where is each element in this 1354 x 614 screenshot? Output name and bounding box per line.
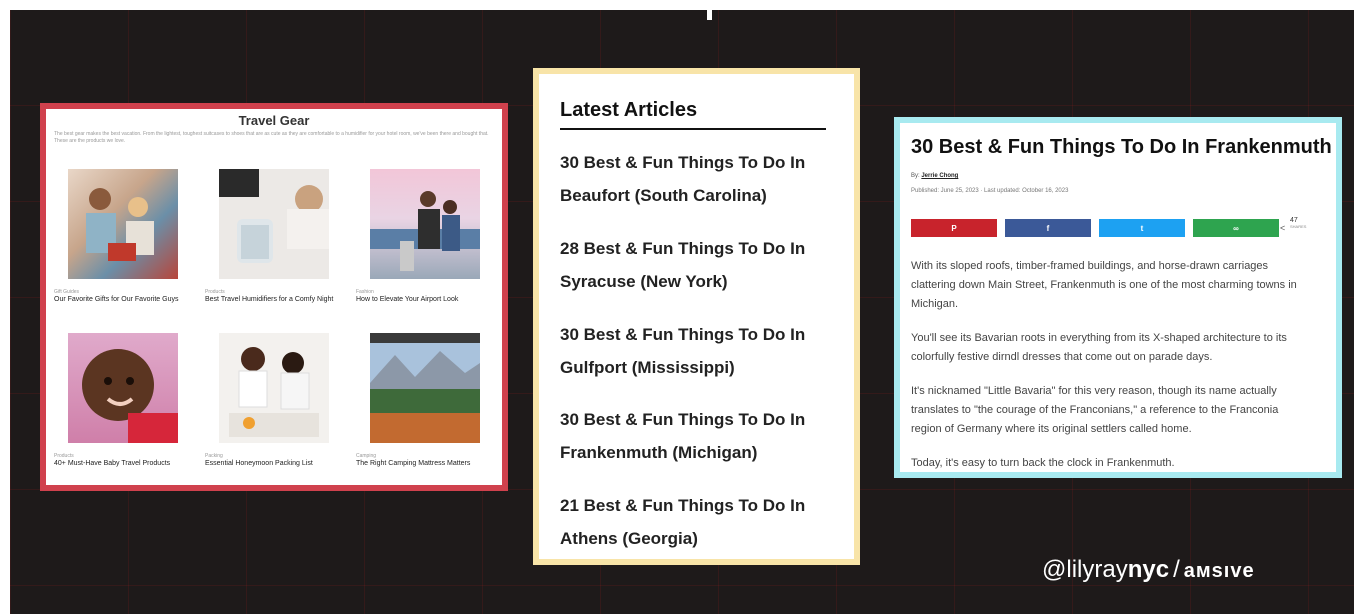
couple-gift-image (86, 188, 154, 261)
share-count: < 47 SHARES (1280, 217, 1330, 233)
share-icon: < (1280, 223, 1286, 233)
byline-label: By: (911, 173, 920, 179)
handle-prefix: @lilyray (1042, 556, 1128, 583)
handle-suffix: nyc (1127, 556, 1170, 583)
article-title: 30 Best & Fun Things To Do In Frankenmut… (911, 136, 1332, 158)
pinterest-icon: P (951, 223, 957, 233)
link-share-button[interactable]: ∞ (1193, 219, 1279, 237)
gear-item-gifts[interactable]: Gift Guides Our Favorite Gifts for Our F… (54, 169, 194, 304)
latest-article-link[interactable]: 30 Best & Fun Things To Do In Gulfport (… (560, 318, 840, 384)
baby-thumbnail (68, 333, 178, 443)
latest-article-line: Athens (Georgia) (560, 529, 698, 548)
gear-item-title[interactable]: How to Elevate Your Airport Look (356, 295, 496, 304)
gear-item-baby[interactable]: Products 40+ Must-Have Baby Travel Produ… (54, 333, 194, 468)
twitter-icon: t (1140, 223, 1144, 233)
slide-background: Travel Gear The best gear makes the best… (10, 10, 1354, 614)
author-link[interactable]: Jerrie Chong (921, 173, 958, 179)
share-link-icon: ∞ (1233, 223, 1239, 233)
gear-item-title[interactable]: Essential Honeymoon Packing List (205, 459, 345, 468)
facebook-icon: f (1046, 223, 1050, 233)
honeymoon-thumbnail (219, 333, 329, 443)
gear-item-title[interactable]: Our Favorite Gifts for Our Favorite Guys (54, 295, 194, 304)
gear-item-camping[interactable]: Camping The Right Camping Mattress Matte… (356, 333, 496, 468)
gear-item-title[interactable]: Best Travel Humidifiers for a Comfy Nigh… (205, 295, 345, 304)
gear-item-honeymoon[interactable]: Packing Essential Honeymoon Packing List (205, 333, 345, 468)
latest-article-line: Beaufort (South Carolina) (560, 186, 767, 205)
latest-article-link[interactable]: 30 Best & Fun Things To Do In Frankenmut… (560, 403, 840, 469)
couple-breakfast-image (229, 347, 319, 437)
share-count-label: SHARES (1290, 224, 1307, 229)
article-paragraph: You'll see its Bavarian roots in everyth… (911, 332, 1287, 363)
article-byline: By: Jerrie Chong (911, 173, 958, 179)
share-bar: P f t ∞ < 47 SHARES (911, 217, 1331, 239)
latest-article-link[interactable]: 30 Best & Fun Things To Do In Beaufort (… (560, 146, 840, 212)
brand-separator: / (1173, 556, 1180, 583)
airport-thumbnail (370, 169, 480, 279)
gear-item-airport[interactable]: Fashion How to Elevate Your Airport Look (356, 169, 496, 304)
slide-marker (707, 10, 712, 20)
family-airport-image (370, 191, 480, 271)
brand-signature: @lilyraynyc / aмsıve (1042, 556, 1255, 584)
gear-item-title[interactable]: 40+ Must-Have Baby Travel Products (54, 459, 194, 468)
article-paragraph: With its sloped roofs, timber-framed bui… (911, 260, 1297, 310)
latest-article-line: Gulfport (Mississippi) (560, 358, 735, 377)
facebook-share-button[interactable]: f (1005, 219, 1091, 237)
share-count-number: 47 (1290, 217, 1298, 224)
travel-gear-card: Travel Gear The best gear makes the best… (40, 103, 508, 491)
article-paragraph: Today, it's easy to turn back the clock … (911, 457, 1175, 469)
pinterest-share-button[interactable]: P (911, 219, 997, 237)
humidifiers-thumbnail (219, 169, 329, 279)
latest-article-line: 28 Best & Fun Things To Do In (560, 239, 806, 258)
humidifier-image (219, 169, 329, 263)
article-dates: Published: June 25, 2023 · Last updated:… (911, 188, 1069, 194)
latest-article-line: 21 Best & Fun Things To Do In (560, 496, 806, 515)
latest-article-line: Frankenmuth (Michigan) (560, 443, 758, 462)
baby-image (82, 349, 178, 443)
company-logo: aмsıve (1183, 560, 1255, 582)
gear-item-title[interactable]: The Right Camping Mattress Matters (356, 459, 496, 468)
article-paragraph: It's nicknamed "Little Bavaria" for this… (911, 385, 1279, 435)
travel-gear-description: The best gear makes the best vacation. F… (54, 131, 489, 144)
twitter-share-button[interactable]: t (1099, 219, 1185, 237)
latest-article-line: 30 Best & Fun Things To Do In (560, 325, 806, 344)
latest-article-line: 30 Best & Fun Things To Do In (560, 410, 806, 429)
latest-articles-heading: Latest Articles (560, 99, 826, 130)
latest-article-line: Syracuse (New York) (560, 272, 728, 291)
article-card: 30 Best & Fun Things To Do In Frankenmut… (894, 117, 1342, 478)
latest-article-link[interactable]: 21 Best & Fun Things To Do In Athens (Ge… (560, 489, 840, 555)
gear-item-humidifiers[interactable]: Products Best Travel Humidifiers for a C… (205, 169, 345, 304)
latest-articles-card: Latest Articles 30 Best & Fun Things To … (533, 68, 860, 565)
travel-gear-title: Travel Gear (238, 113, 310, 128)
gifts-thumbnail (68, 169, 178, 279)
latest-article-link[interactable]: 28 Best & Fun Things To Do In Syracuse (… (560, 232, 840, 298)
latest-article-line: 30 Best & Fun Things To Do In (560, 153, 806, 172)
mountain-view-image (370, 333, 480, 443)
camping-thumbnail (370, 333, 480, 443)
